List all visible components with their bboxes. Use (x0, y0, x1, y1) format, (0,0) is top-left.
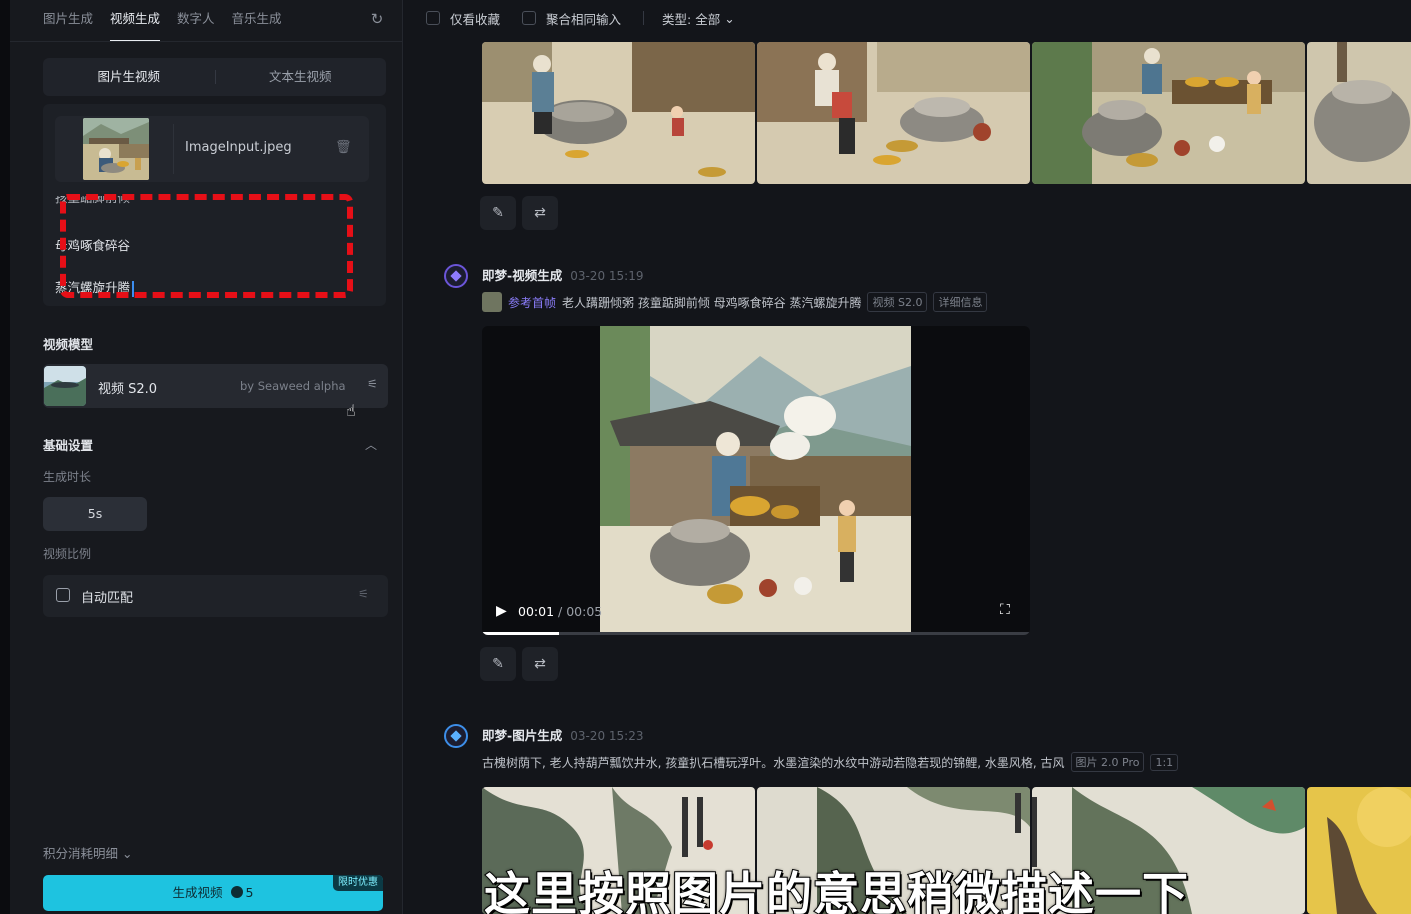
type-filter-dropdown[interactable]: 类型: 全部 ⌄ (662, 9, 735, 28)
entry-title: 即梦-图片生成 03-20 15:23 (482, 725, 643, 744)
generate-cost: 5 (245, 885, 254, 900)
regenerate-icon[interactable]: ⇄ (522, 196, 558, 230)
file-name: ImageInput.jpeg (185, 140, 292, 155)
jimeng-avatar-icon (444, 264, 468, 288)
generate-label: 生成视频 (172, 885, 223, 900)
ratio-label: 视频比例 (43, 547, 92, 561)
entry-time: 03-20 15:19 (570, 269, 644, 283)
video-time: 00:01 / 00:05 (518, 604, 602, 619)
annotation-highlight-box (60, 194, 353, 298)
duration-label: 生成时长 (43, 470, 92, 484)
app-window: 图片生成 视频生成 数字人 音乐生成 ↻ 图片生视频 文本生视频 ImageIn… (0, 0, 1411, 914)
entry-title-text: 即梦-图片生成 (482, 728, 563, 743)
credit-coin-icon (230, 886, 243, 898)
window-edge (0, 0, 10, 914)
sliders-icon[interactable]: ⚟ (358, 587, 369, 601)
refresh-icon[interactable]: ↻ (368, 10, 386, 28)
model-tag: 图片 2.0 Pro (1070, 752, 1145, 772)
video-progress-bar[interactable] (482, 632, 1030, 635)
reference-frame-thumbnail[interactable] (482, 292, 502, 312)
entry-title: 即梦-视频生成 03-20 15:19 (482, 265, 643, 284)
chevron-down-icon: ⌄ (724, 10, 735, 26)
promo-badge: 限时优惠 (333, 875, 383, 891)
credits-label: 积分消耗明细 (43, 846, 119, 861)
duration-option-button[interactable]: 5s (43, 497, 147, 531)
divider (215, 70, 216, 84)
tab-music-generation[interactable]: 音乐生成 (232, 0, 282, 42)
mode-switch: 图片生视频 文本生视频 (43, 58, 386, 96)
entry-time: 03-20 15:23 (570, 729, 644, 743)
chevron-down-icon: ⌄ (122, 846, 133, 861)
favorites-only-checkbox[interactable]: 仅看收藏 (426, 9, 500, 28)
jimeng-avatar-icon (444, 724, 468, 748)
ratio-value: 自动匹配 (81, 591, 134, 606)
edit-icon[interactable]: ✎ (480, 196, 516, 230)
reference-frame-label: 参考首帧 (508, 295, 557, 310)
generated-image[interactable] (482, 42, 755, 184)
type-filter-label: 类型: 全部 (662, 11, 721, 27)
trash-icon[interactable]: 🗑 (335, 140, 352, 158)
generate-video-button[interactable]: 生成视频 5 限时优惠 (43, 875, 383, 911)
video-progress-fill (482, 632, 559, 635)
entry-title-text: 即梦-视频生成 (482, 268, 563, 283)
credits-detail-toggle[interactable]: 积分消耗明细 ⌄ (43, 843, 132, 862)
generated-image[interactable] (1307, 42, 1411, 184)
video-duration: / 00:05 (558, 604, 603, 619)
details-tag[interactable]: 详细信息 (933, 292, 988, 312)
regenerate-icon[interactable]: ⇄ (522, 647, 558, 681)
play-icon[interactable]: ▶ (496, 603, 507, 619)
filter-bar: 仅看收藏 聚合相同输入 类型: 全部 ⌄ (426, 0, 757, 36)
divider (173, 124, 174, 174)
tab-image-generation[interactable]: 图片生成 (43, 0, 93, 42)
left-panel: 图片生成 视频生成 数字人 音乐生成 ↻ 图片生视频 文本生视频 ImageIn… (10, 0, 403, 914)
video-current-time: 00:01 (518, 604, 555, 619)
mode-text-to-video[interactable]: 文本生视频 (215, 58, 387, 96)
top-tabs: 图片生成 视频生成 数字人 音乐生成 (43, 0, 282, 42)
generated-image[interactable] (757, 42, 1030, 184)
chevron-up-icon[interactable]: ︿ (365, 436, 377, 453)
divider (643, 11, 645, 25)
edit-icon[interactable]: ✎ (480, 647, 516, 681)
merge-same-input-checkbox[interactable]: 聚合相同输入 (522, 9, 621, 28)
video-frame (600, 326, 911, 635)
model-selector[interactable]: 视频 S2.0 by Seaweed alpha ⚟ (43, 364, 388, 408)
sliders-icon[interactable]: ⚟ (367, 377, 378, 391)
tab-video-generation[interactable]: 视频生成 (110, 0, 161, 42)
model-thumbnail (44, 366, 86, 406)
model-provider: by Seaweed alpha (240, 379, 346, 393)
entry-prompt: 古槐树荫下, 老人持葫芦瓢饮井水, 孩童扒石槽玩浮叶。水墨渲染的水纹中游动若隐若… (482, 755, 1065, 770)
uploaded-image-thumbnail (83, 118, 149, 180)
fullscreen-icon[interactable]: ⛶ (1000, 602, 1010, 618)
model-section-title: 视频模型 (43, 337, 94, 352)
generated-image[interactable] (1032, 42, 1305, 184)
aspect-ratio-icon (56, 588, 70, 602)
mouse-cursor-icon: ☝ (346, 401, 356, 420)
entry-prompt-row: 参考首帧 老人蹒跚倾粥 孩童踮脚前倾 母鸡啄食碎谷 蒸汽螺旋升腾 视频 S2.0… (482, 292, 988, 312)
merge-same-input-label: 聚合相同输入 (546, 11, 622, 27)
model-name: 视频 S2.0 (98, 382, 158, 397)
results-feed: 仅看收藏 聚合相同输入 类型: 全部 ⌄ ✎ ⇄ 即梦-视频生成 03-20 1… (404, 0, 1411, 914)
ratio-tag: 1:1 (1150, 753, 1179, 771)
image-grid (482, 42, 1411, 184)
video-player[interactable]: ▶ 00:01 / 00:05 ⛶ (482, 326, 1030, 635)
entry-prompt: 老人蹒跚倾粥 孩童踮脚前倾 母鸡啄食碎谷 蒸汽螺旋升腾 (562, 295, 862, 310)
divider (10, 41, 403, 42)
mode-image-to-video[interactable]: 图片生视频 (43, 58, 215, 96)
checkbox-icon (426, 11, 440, 25)
ratio-selector[interactable]: 自动匹配 ⚟ (43, 575, 388, 617)
tab-digital-human[interactable]: 数字人 (177, 0, 215, 42)
favorites-only-label: 仅看收藏 (450, 11, 501, 27)
generated-image[interactable] (1307, 787, 1411, 914)
uploaded-file[interactable]: ImageInput.jpeg 🗑 (55, 116, 369, 182)
checkbox-icon (522, 11, 537, 25)
entry-prompt-row: 古槐树荫下, 老人持葫芦瓢饮井水, 孩童扒石槽玩浮叶。水墨渲染的水纹中游动若隐若… (482, 752, 1179, 772)
model-tag: 视频 S2.0 (867, 292, 928, 312)
video-subtitle-caption: 这里按照图片的意思稍微描述一下 (483, 866, 1189, 914)
basic-settings-title: 基础设置 (43, 438, 94, 453)
